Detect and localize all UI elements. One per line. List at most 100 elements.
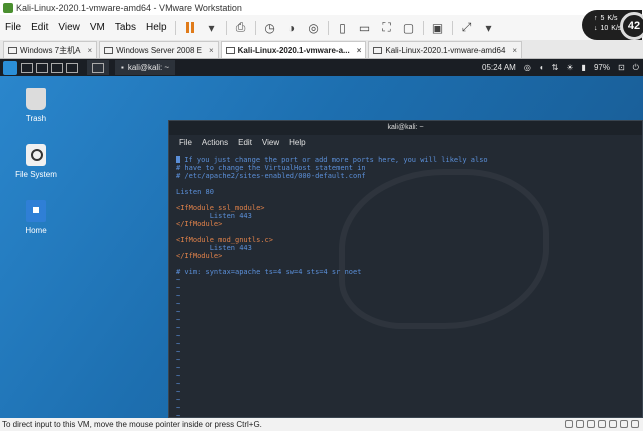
pause-vm-button[interactable] [179,18,201,38]
cd-drive-icon[interactable] [576,420,584,428]
empty-line-tilde: ~ [176,324,181,332]
terminal-menu-help[interactable]: Help [289,138,305,147]
editor-line: # /etc/apache2/sites-enabled/000-default… [176,172,366,180]
terminal-window[interactable]: kali@kali: ~ File Actions Edit View Help… [168,120,643,420]
brightness-icon[interactable]: ☀ [566,63,573,72]
full-screen-button[interactable]: ⛶ [376,18,398,38]
vmware-title-bar: Kali-Linux-2020.1-vmware-amd64 - VMware … [0,0,643,15]
panel-clock[interactable]: 05:24 AM [482,63,516,72]
empty-line-tilde: ~ [176,356,181,364]
sound-card-icon[interactable] [609,420,617,428]
lock-screen-icon[interactable]: ⊡ [618,63,625,72]
vmware-app-icon [3,2,13,13]
show-library-button[interactable]: ▯ [332,18,354,38]
display-icon[interactable] [631,420,639,428]
window-title: Kali-Linux-2020.1-vmware-amd64 - VMware … [16,2,242,13]
tab-windows-7[interactable]: Windows 7主机A × [3,41,98,58]
notification-icon[interactable]: ◎ [524,63,531,72]
stretch-dropdown-icon[interactable]: ▾ [478,18,500,38]
upload-arrow-icon: ↑ [594,15,598,22]
usb-icon[interactable] [598,420,606,428]
empty-line-tilde: ~ [176,284,181,292]
printer-icon[interactable] [620,420,628,428]
cpu-usage-badge: 42 [620,12,643,40]
show-desktop-icon[interactable] [21,62,33,73]
network-adapter-icon[interactable] [587,420,595,428]
empty-line-tilde: ~ [176,340,181,348]
download-arrow-icon: ↓ [594,25,598,32]
tab-windows-server-2008[interactable]: Windows Server 2008 E × [99,41,219,58]
empty-line-tilde: ~ [176,316,181,324]
empty-line-tilde: ~ [176,276,181,284]
unity-button[interactable]: ▢ [398,18,420,38]
vm-icon [8,46,17,54]
stretch-guest-button[interactable]: ⤢ [456,18,478,38]
taskbar-terminal-entry[interactable]: ▪ kali@kali: ~ [115,60,176,75]
editor-line: Listen 443 [176,212,252,220]
terminal-menu-view[interactable]: View [262,138,279,147]
terminal-title: kali@kali: ~ [387,124,424,131]
network-icon[interactable]: ⇅ [552,63,559,72]
toolbar-separator [174,20,176,35]
terminal-small-icon: ▪ [121,63,124,72]
editor-line: </IfModule> [176,252,223,260]
network-speed-widget: ↑ 5 K/s ↓ 10 K/s 42 [582,10,643,40]
terminal-text-area[interactable]: If you just change the port or add more … [169,149,642,420]
toolbar-separator [327,20,329,35]
close-tab-icon[interactable]: × [357,46,362,55]
editor-line: If you just change the port or add more … [176,156,642,164]
vm-icon [104,46,114,54]
power-dropdown-icon[interactable]: ▾ [201,18,223,38]
workspace-switcher[interactable] [87,60,109,75]
power-icon[interactable]: ⏻ [633,63,639,73]
send-ctrl-alt-del-button[interactable]: ⎙ [230,18,252,38]
empty-line-tilde: ~ [176,332,181,340]
battery-icon[interactable]: ▮ [582,63,586,72]
desktop-icon-home[interactable]: Home [6,200,66,235]
terminal-menu-file[interactable]: File [179,138,192,147]
toolbar-separator [451,20,453,35]
browser-launcher-icon[interactable] [66,62,78,73]
thumbnail-bar-button[interactable]: ▭ [354,18,376,38]
kali-menu-icon[interactable] [3,60,17,75]
editor-line: <IfModule ssl_module> [176,204,265,212]
hard-disk-icon[interactable] [565,420,573,428]
close-tab-icon[interactable]: × [87,46,92,55]
menu-help[interactable]: Help [141,22,172,33]
empty-line-tilde: ~ [176,348,181,356]
terminal-menu-edit[interactable]: Edit [238,138,252,147]
terminal-title-bar[interactable]: kali@kali: ~ [169,121,642,135]
menu-edit[interactable]: Edit [26,22,53,33]
desktop-icon-trash[interactable]: Trash [6,88,66,123]
menu-file[interactable]: File [0,22,26,33]
empty-line-tilde: ~ [176,404,181,412]
vmware-menubar: File Edit View VM Tabs Help ▾ ⎙ ◷ ◑ ◎ ▯ … [0,15,643,40]
close-tab-icon[interactable]: × [209,46,214,55]
vmware-status-bar: To direct input to this VM, move the mou… [0,418,643,431]
snapshot-button[interactable]: ◷ [259,18,281,38]
terminal-menu-actions[interactable]: Actions [202,138,228,147]
vm-tab-bar: Windows 7主机A × Windows Server 2008 E × K… [0,40,643,59]
desktop-icon-file-system[interactable]: File System [6,144,66,179]
menu-view[interactable]: View [53,22,85,33]
menu-tabs[interactable]: Tabs [110,22,141,33]
empty-line-tilde: ~ [176,292,181,300]
terminal-launcher-icon[interactable] [51,62,63,73]
close-tab-icon[interactable]: × [512,46,517,55]
revert-snapshot-button[interactable]: ◑ [281,18,303,38]
toolbar-separator [225,20,227,35]
vm-icon [225,46,235,54]
file-manager-icon[interactable] [36,62,48,73]
editor-line: <IfModule mod_gnutls.c> [176,236,273,244]
kali-top-panel: ▪ kali@kali: ~ 05:24 AM ◎ ◖ ⇅ ☀ ▮ 97% ⊡ … [0,59,643,76]
home-folder-icon [26,200,46,222]
menu-vm[interactable]: VM [85,22,110,33]
volume-icon[interactable]: ◖ [539,63,544,72]
editor-line: Listen 80 [176,188,214,196]
tab-kali-second[interactable]: Kali-Linux-2020.1-vmware-amd64 × [368,41,523,58]
snapshot-manager-button[interactable]: ◎ [303,18,325,38]
empty-line-tilde: ~ [176,300,181,308]
console-view-button[interactable]: ▣ [427,18,449,38]
tab-kali-active[interactable]: Kali-Linux-2020.1-vmware-a... × [220,41,367,58]
